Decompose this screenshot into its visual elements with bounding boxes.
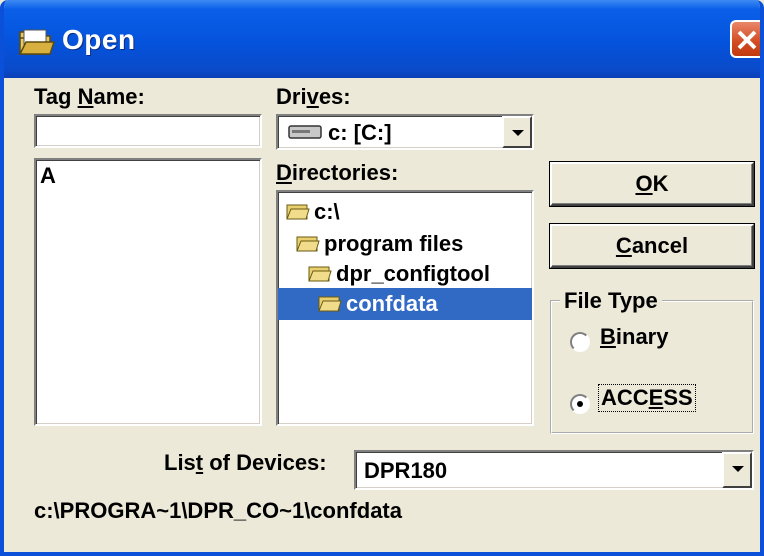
current-path: c:\PROGRA~1\DPR_CO~1\confdata [34,498,402,523]
tag-name-input[interactable] [34,114,262,148]
devices-label: List of Devices: [164,450,327,475]
close-icon [737,30,757,50]
file-type-title: File Type [560,288,662,314]
cancel-button[interactable]: Cancel [550,224,754,268]
drives-label: Drives: [276,84,351,109]
access-label[interactable]: ACCESS [598,384,696,412]
directories-label: Directories: [276,160,399,185]
directory-item[interactable]: c:\ [282,196,522,228]
open-folder-icon [318,296,342,312]
devices-dropdown[interactable]: DPR180 [354,450,754,490]
directories-list[interactable]: c:\ program files dpr_configtool confdat… [276,190,534,426]
devices-dropdown-arrow[interactable] [722,452,752,488]
open-folder-icon [18,29,56,55]
drives-selected: c: [C:] [328,120,392,145]
directory-item-selected[interactable]: confdata [278,288,532,320]
window-title: Open [62,24,136,55]
tag-name-label: Tag Name: [34,84,145,109]
drive-icon [288,125,322,139]
file-type-group: File Type Binary ACCESS [550,288,754,434]
directory-item[interactable]: program files [282,228,522,260]
close-button[interactable] [730,20,760,58]
binary-label[interactable]: Binary [600,324,668,350]
open-folder-icon [308,266,332,282]
list-item[interactable]: A [40,160,56,192]
drives-dropdown[interactable]: c: [C:] [276,114,534,150]
open-dialog: Open Tag Name: A Drives: c: [C:] Directo… [0,0,764,556]
devices-selected: DPR180 [364,458,448,483]
directory-item[interactable]: dpr_configtool [282,258,522,290]
access-radio[interactable] [570,394,590,414]
ok-button[interactable]: OK [550,162,754,206]
title-bar[interactable]: Open [4,0,760,78]
tag-list[interactable]: A [34,158,262,426]
open-folder-icon [286,204,310,220]
drives-dropdown-arrow[interactable] [502,116,532,148]
open-folder-icon [296,236,320,252]
binary-radio[interactable] [570,332,590,352]
